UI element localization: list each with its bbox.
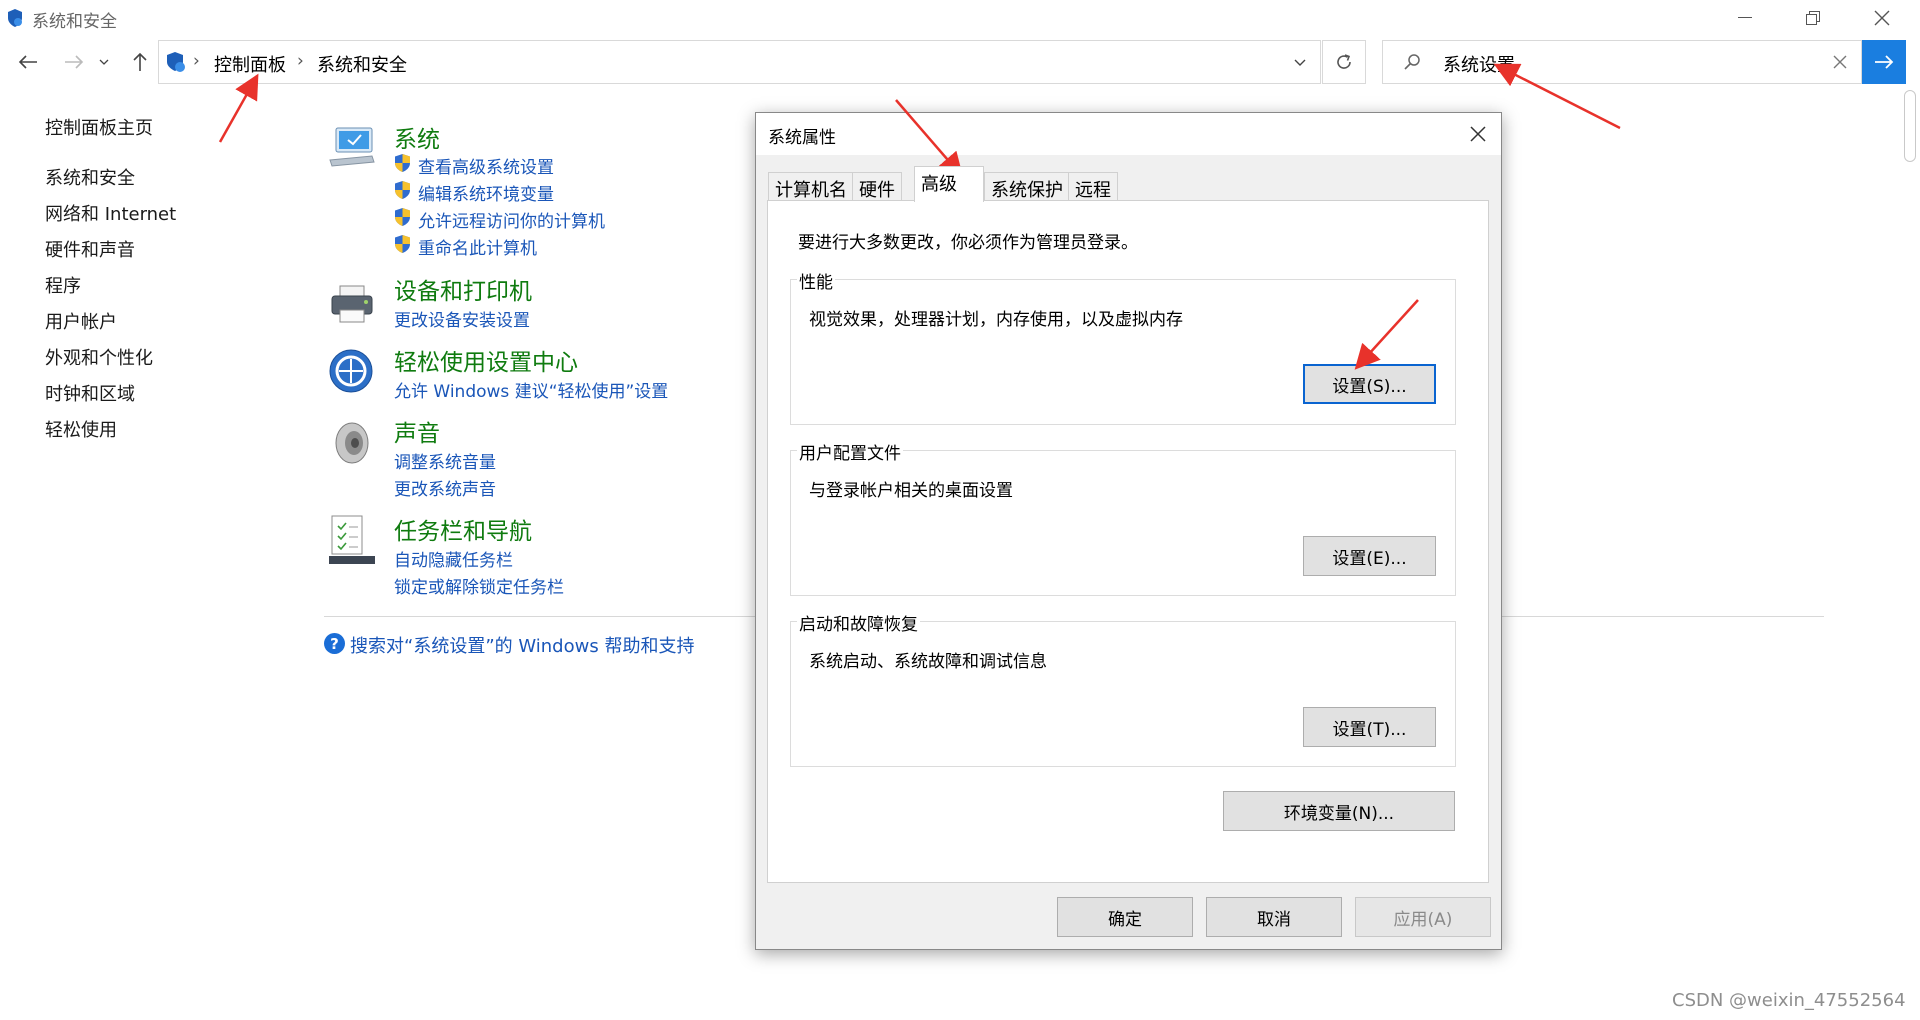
dialog-title-bar xyxy=(756,113,1501,155)
control-panel-shield-icon xyxy=(8,9,22,27)
sidebar-home-link[interactable]: 控制面板主页 xyxy=(45,114,153,140)
apply-button[interactable]: 应用(A) xyxy=(1355,897,1491,937)
window-title: 系统和安全 xyxy=(32,12,117,32)
category-title-taskbar-navigation[interactable]: 任务栏和导航 xyxy=(394,512,532,546)
startup-recovery-group-label: 启动和故障恢复 xyxy=(797,610,920,635)
tab-advanced[interactable]: 高级 xyxy=(914,166,984,202)
search-icon xyxy=(1404,54,1420,70)
speaker-icon xyxy=(335,422,369,464)
up-button[interactable] xyxy=(124,44,156,80)
sidebar-item-programs[interactable]: 程序 xyxy=(45,272,81,298)
link-rename-computer[interactable]: 重命名此计算机 xyxy=(418,234,537,259)
search-box[interactable]: 系统设置 xyxy=(1382,40,1862,84)
link-advanced-system-settings[interactable]: 查看高级系统设置 xyxy=(418,153,554,178)
cancel-button[interactable]: 取消 xyxy=(1206,897,1342,937)
ok-button[interactable]: 确定 xyxy=(1057,897,1193,937)
forward-button[interactable] xyxy=(58,44,90,80)
link-device-installation-settings[interactable]: 更改设备安装设置 xyxy=(394,306,530,331)
forward-arrow-icon xyxy=(65,55,84,69)
breadcrumb-separator: › xyxy=(193,51,200,71)
restore-button[interactable] xyxy=(1783,0,1843,36)
arrow-right-icon xyxy=(1875,55,1894,69)
close-window-button[interactable] xyxy=(1852,0,1912,36)
uac-shield-icon xyxy=(395,208,410,226)
tab-hardware[interactable]: 硬件 xyxy=(852,172,902,201)
link-change-system-sounds[interactable]: 更改系统声音 xyxy=(394,475,496,500)
uac-shield-icon xyxy=(395,154,410,172)
restore-icon xyxy=(1806,11,1820,25)
link-search-windows-help[interactable]: 搜索对“系统设置”的 Windows 帮助和支持 xyxy=(350,632,694,658)
dialog-title: 系统属性 xyxy=(768,128,836,148)
close-icon xyxy=(1470,126,1486,142)
sidebar-item-clock-region[interactable]: 时钟和区域 xyxy=(45,380,135,406)
user-profiles-description: 与登录帐户相关的桌面设置 xyxy=(809,481,1013,501)
back-button[interactable] xyxy=(12,44,44,80)
recent-locations-button[interactable] xyxy=(94,44,114,80)
user-profiles-settings-button[interactable]: 设置(E)... xyxy=(1303,536,1436,576)
link-auto-hide-taskbar[interactable]: 自动隐藏任务栏 xyxy=(394,546,513,571)
dialog-close-button[interactable] xyxy=(1462,118,1494,150)
category-title-system[interactable]: 系统 xyxy=(394,120,440,154)
tab-remote[interactable]: 远程 xyxy=(1068,172,1118,201)
sidebar-item-appearance[interactable]: 外观和个性化 xyxy=(45,344,153,370)
annotation-arrow xyxy=(218,73,259,143)
performance-description: 视觉效果，处理器计划，内存使用，以及虚拟内存 xyxy=(809,310,1183,330)
user-profiles-group-label: 用户配置文件 xyxy=(797,439,903,464)
link-adjust-volume[interactable]: 调整系统音量 xyxy=(394,448,496,473)
ease-of-access-icon xyxy=(329,349,373,393)
title-bar xyxy=(0,0,1920,36)
chevron-down-icon xyxy=(99,59,109,65)
scrollbar[interactable] xyxy=(1904,90,1916,162)
link-edit-env-variables[interactable]: 编辑系统环境变量 xyxy=(418,180,554,205)
search-input[interactable]: 系统设置 xyxy=(1443,51,1515,77)
performance-settings-button[interactable]: 设置(S)... xyxy=(1303,364,1436,404)
startup-recovery-settings-button[interactable]: 设置(T)... xyxy=(1303,707,1436,747)
sidebar-item-hardware-sound[interactable]: 硬件和声音 xyxy=(45,236,135,262)
address-dropdown-chevron-icon[interactable] xyxy=(1294,59,1306,67)
category-title-devices-printers[interactable]: 设备和打印机 xyxy=(394,272,532,306)
performance-group-label: 性能 xyxy=(797,268,835,293)
sidebar-item-ease-of-access[interactable]: 轻松使用 xyxy=(45,416,117,442)
uac-shield-icon xyxy=(395,181,410,199)
up-arrow-icon xyxy=(133,52,147,71)
uac-shield-icon xyxy=(395,235,410,253)
back-arrow-icon xyxy=(18,55,37,69)
taskbar-icon xyxy=(329,515,375,564)
minimize-button[interactable] xyxy=(1715,0,1775,36)
watermark: CSDN @weixin_47552564 xyxy=(1672,990,1906,1011)
breadcrumb-separator: › xyxy=(297,51,304,71)
startup-recovery-description: 系统启动、系统故障和调试信息 xyxy=(809,652,1047,672)
link-allow-remote-access[interactable]: 允许远程访问你的计算机 xyxy=(418,207,605,232)
breadcrumb-control-panel[interactable]: 控制面板 xyxy=(214,51,286,77)
control-panel-icon xyxy=(167,52,185,72)
category-title-ease-of-access[interactable]: 轻松使用设置中心 xyxy=(394,343,578,377)
sidebar-item-user-accounts[interactable]: 用户帐户 xyxy=(45,308,117,334)
printer-icon xyxy=(331,285,373,323)
close-icon xyxy=(1874,10,1890,26)
environment-variables-button[interactable]: 环境变量(N)... xyxy=(1223,791,1455,831)
refresh-button[interactable] xyxy=(1322,40,1366,84)
help-icon: ? xyxy=(324,633,345,654)
category-title-sound[interactable]: 声音 xyxy=(394,414,440,448)
sidebar-item-system-security[interactable]: 系统和安全 xyxy=(45,164,135,190)
refresh-icon xyxy=(1337,54,1351,69)
search-go-button[interactable] xyxy=(1862,40,1906,84)
link-windows-suggest-settings[interactable]: 允许 Windows 建议“轻松使用”设置 xyxy=(394,377,668,402)
sidebar-item-network[interactable]: 网络和 Internet xyxy=(45,200,176,226)
tab-computer-name[interactable]: 计算机名 xyxy=(768,172,854,201)
admin-login-note: 要进行大多数更改，你必须作为管理员登录。 xyxy=(798,233,1138,253)
computer-monitor-icon xyxy=(329,127,375,167)
address-bar[interactable]: › 控制面板 › 系统和安全 xyxy=(158,40,1321,84)
tab-system-protection[interactable]: 系统保护 xyxy=(984,172,1070,201)
clear-search-icon[interactable] xyxy=(1833,55,1847,69)
minimize-icon xyxy=(1738,17,1752,18)
link-lock-unlock-taskbar[interactable]: 锁定或解除锁定任务栏 xyxy=(394,573,564,598)
breadcrumb-system-security[interactable]: 系统和安全 xyxy=(317,51,407,77)
